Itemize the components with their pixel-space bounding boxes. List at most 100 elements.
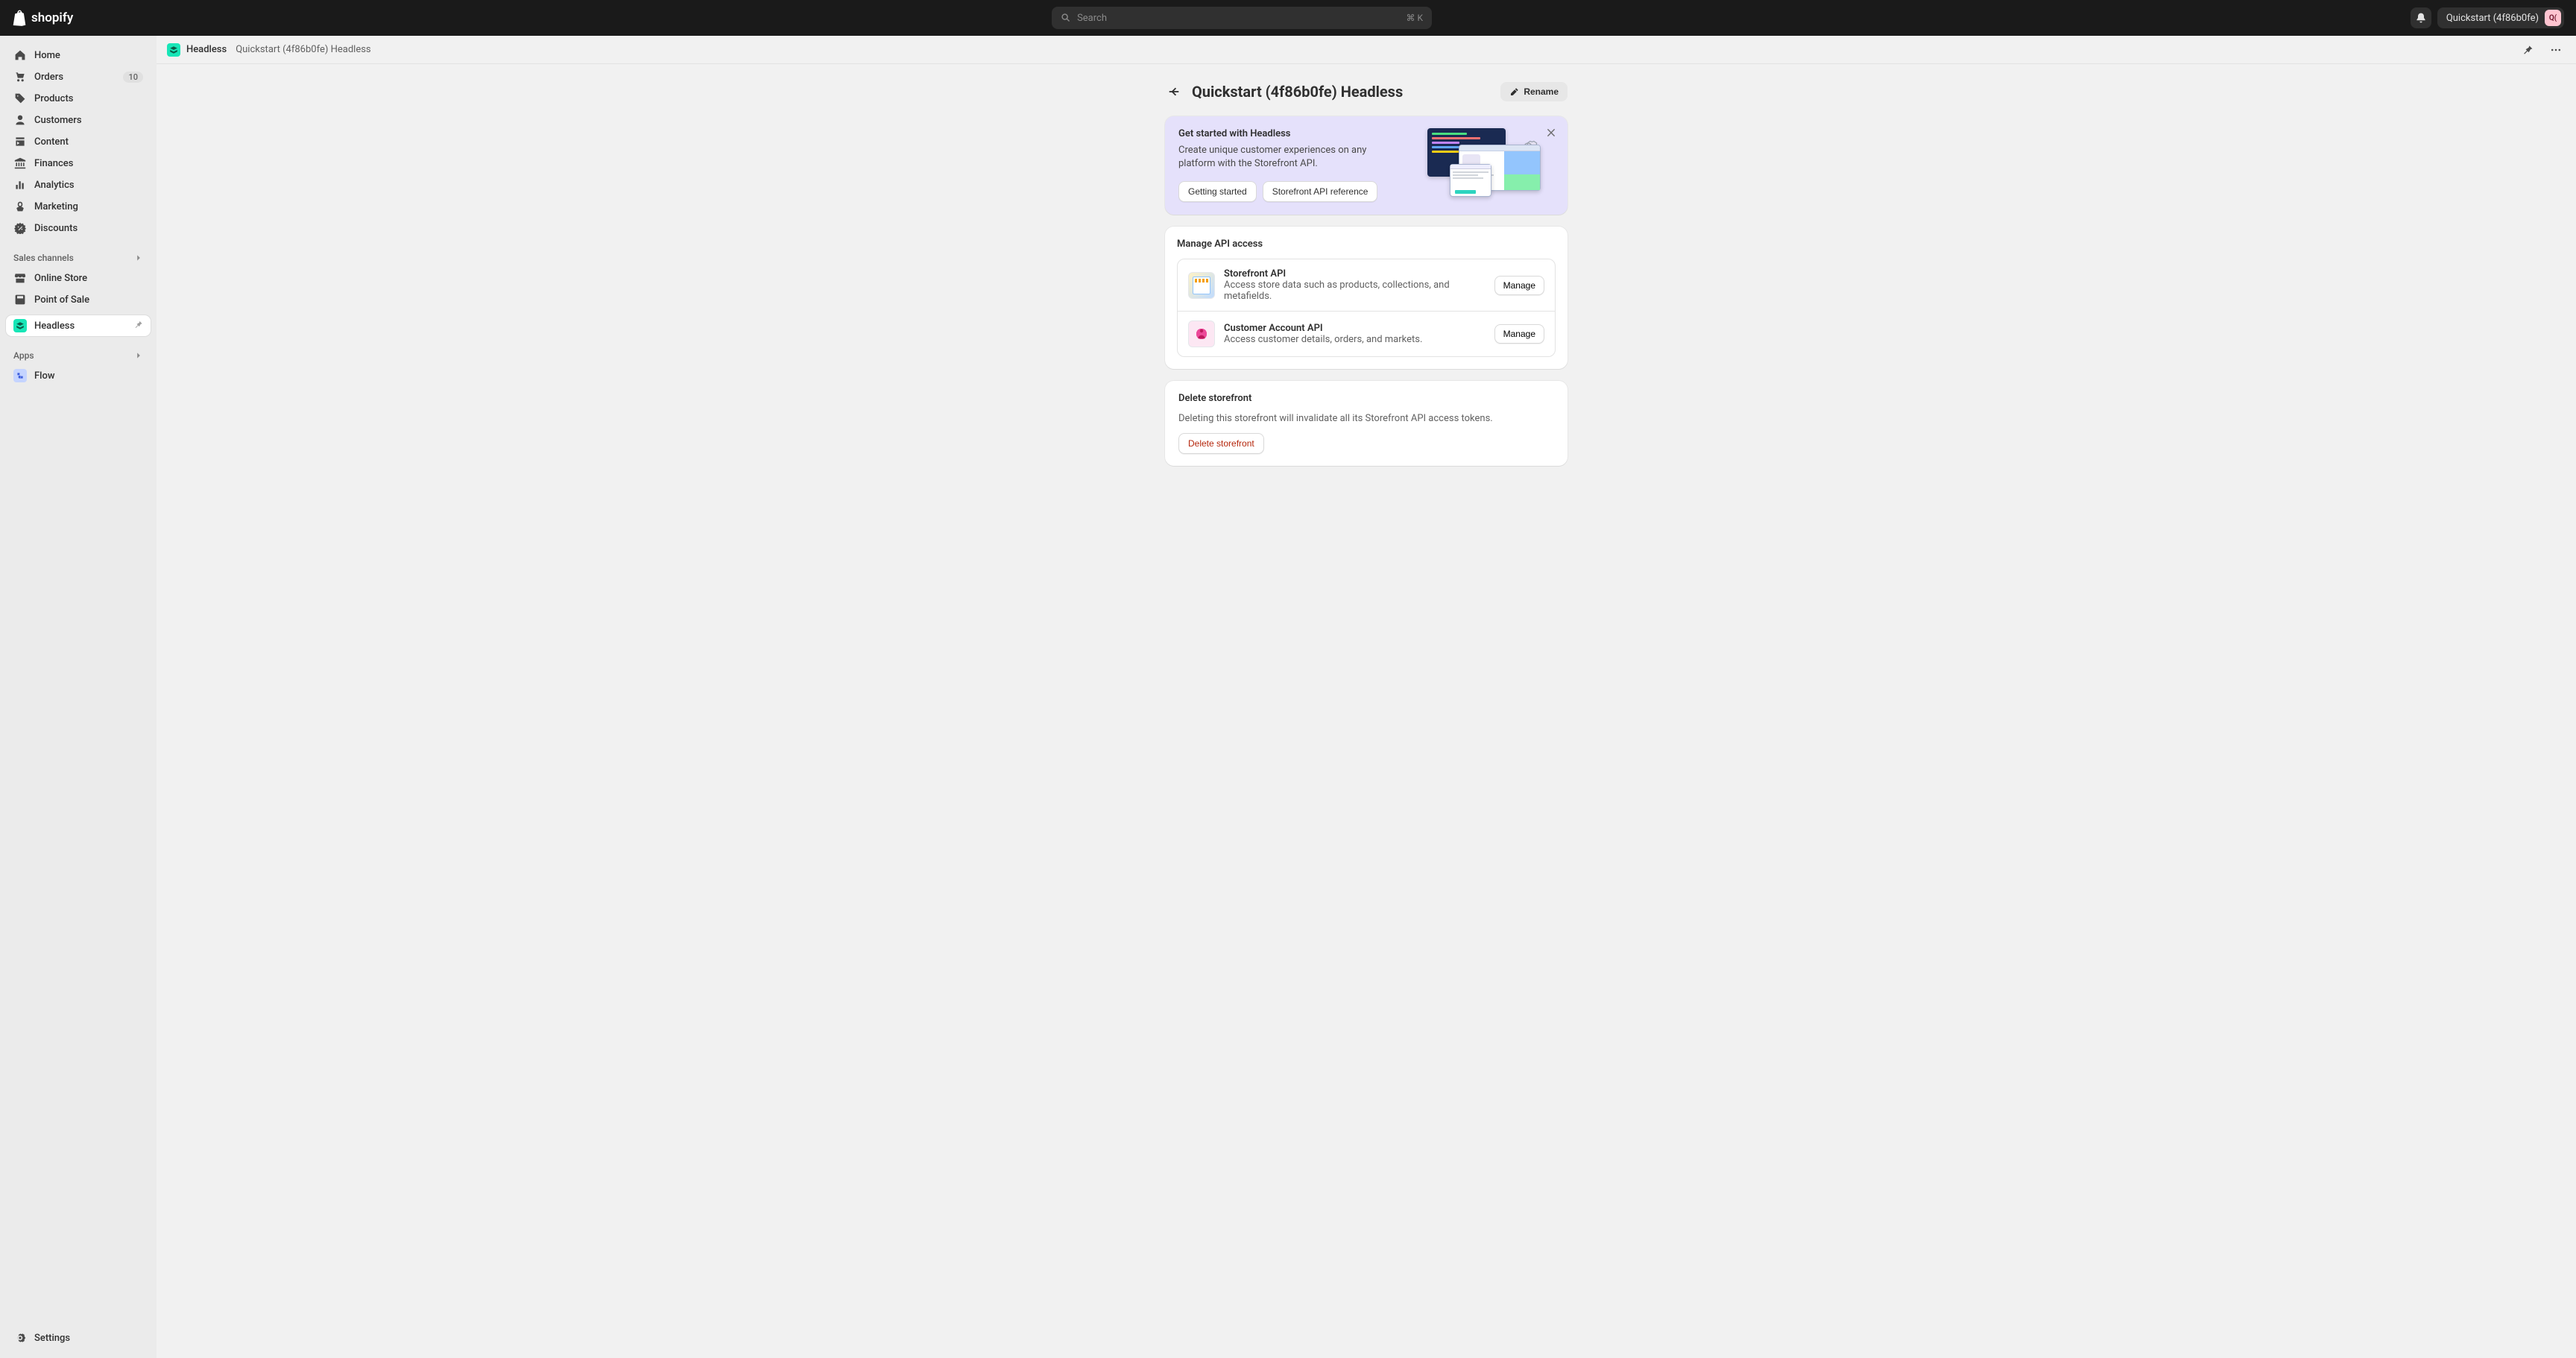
orders-icon (13, 70, 27, 83)
store-name: Quickstart (4f86b0fe) (2446, 13, 2539, 24)
nav-label: Customers (34, 115, 82, 126)
delete-title: Delete storefront (1178, 393, 1554, 404)
customers-icon (13, 113, 27, 127)
nav-label: Point of Sale (34, 294, 89, 306)
nav-label: Flow (34, 370, 55, 382)
more-actions-button[interactable] (2546, 40, 2566, 60)
breadcrumb-bar: Headless Quickstart (4f86b0fe) Headless (157, 36, 2576, 64)
orders-badge: 10 (123, 72, 143, 83)
nav-label: Orders (34, 72, 63, 83)
apps-header[interactable]: Apps (6, 346, 151, 365)
arrow-left-icon (1167, 85, 1181, 98)
search-placeholder: Search (1077, 13, 1107, 24)
delete-storefront-button[interactable]: Delete storefront (1178, 433, 1264, 454)
home-icon (13, 48, 27, 62)
chevron-right-icon (134, 253, 143, 262)
breadcrumb-page: Quickstart (4f86b0fe) Headless (236, 44, 370, 55)
nav-label: Discounts (34, 223, 78, 234)
intro-card: Get started with Headless Create unique … (1165, 116, 1568, 215)
pencil-icon (1509, 87, 1519, 97)
products-icon (13, 92, 27, 105)
delete-desc: Deleting this storefront will invalidate… (1178, 413, 1554, 424)
store-switcher[interactable]: Quickstart (4f86b0fe) Q( (2437, 7, 2564, 28)
nav-headless[interactable]: Headless (6, 315, 151, 336)
nav-label: Home (34, 50, 60, 61)
nav-label: Analytics (34, 180, 75, 191)
intro-description: Create unique customer experiences on an… (1178, 144, 1372, 171)
store-icon (13, 271, 27, 285)
breadcrumb-app[interactable]: Headless (167, 43, 227, 57)
api-desc: Access store data such as products, coll… (1224, 280, 1486, 302)
api-access-title: Manage API access (1177, 239, 1556, 250)
api-name: Storefront API (1224, 268, 1486, 280)
nav-flow[interactable]: Flow (6, 365, 151, 386)
nav-settings[interactable]: Settings (6, 1327, 151, 1348)
marketing-icon (13, 200, 27, 213)
nav-label: Content (34, 136, 69, 148)
manage-storefront-button[interactable]: Manage (1494, 276, 1544, 295)
chevron-right-icon (134, 351, 143, 360)
nav-label: Settings (34, 1333, 70, 1344)
nav-online-store[interactable]: Online Store (6, 268, 151, 288)
customer-api-icon (1188, 320, 1215, 347)
brand-text: shopify (31, 10, 73, 25)
topbar: shopify Search ⌘ K Quickstart (4f86b0fe)… (0, 0, 2576, 36)
headless-app-icon (13, 319, 27, 332)
intro-illustration (1427, 128, 1554, 203)
notifications-button[interactable] (2411, 7, 2431, 28)
delete-card: Delete storefront Deleting this storefro… (1165, 381, 1568, 466)
manage-customer-button[interactable]: Manage (1494, 324, 1544, 344)
bell-icon (2415, 12, 2427, 24)
search-shortcut: ⌘ K (1407, 13, 1424, 23)
dismiss-intro-button[interactable] (1544, 125, 1559, 140)
content-area: Headless Quickstart (4f86b0fe) Headless … (157, 36, 2576, 1358)
getting-started-button[interactable]: Getting started (1178, 181, 1257, 202)
search-icon (1061, 13, 1071, 23)
sales-channels-header[interactable]: Sales channels (6, 248, 151, 268)
storefront-api-icon (1188, 272, 1215, 299)
nav-label: Marketing (34, 201, 78, 212)
pin-icon (2522, 44, 2534, 56)
back-button[interactable] (1165, 83, 1183, 101)
analytics-icon (13, 178, 27, 192)
nav-marketing[interactable]: Marketing (6, 196, 151, 217)
close-icon (1546, 127, 1556, 138)
search-input[interactable]: Search ⌘ K (1052, 7, 1432, 29)
pos-icon (13, 293, 27, 306)
finances-icon (13, 157, 27, 170)
nav-discounts[interactable]: Discounts (6, 218, 151, 239)
api-row-customer: Customer Account API Access customer det… (1178, 311, 1555, 356)
pin-icon[interactable] (133, 320, 143, 332)
nav-customers[interactable]: Customers (6, 110, 151, 130)
page-title: Quickstart (4f86b0fe) Headless (1192, 83, 1491, 101)
gear-icon (13, 1331, 27, 1345)
nav-finances[interactable]: Finances (6, 153, 151, 174)
intro-title: Get started with Headless (1178, 128, 1412, 139)
avatar: Q( (2545, 10, 2561, 26)
more-icon (2550, 44, 2562, 56)
pin-app-button[interactable] (2518, 40, 2537, 60)
api-row-storefront: Storefront API Access store data such as… (1178, 259, 1555, 311)
rename-button[interactable]: Rename (1500, 82, 1568, 101)
nav-home[interactable]: Home (6, 45, 151, 66)
nav-pos[interactable]: Point of Sale (6, 289, 151, 310)
nav-analytics[interactable]: Analytics (6, 174, 151, 195)
nav-products[interactable]: Products (6, 88, 151, 109)
api-name: Customer Account API (1224, 323, 1486, 334)
nav-label: Online Store (34, 273, 87, 284)
nav-orders[interactable]: Orders 10 (6, 66, 151, 87)
content-icon (13, 135, 27, 148)
api-desc: Access customer details, orders, and mar… (1224, 334, 1486, 345)
api-access-card: Manage API access Storefront API Access … (1165, 227, 1568, 369)
shopify-bag-icon (12, 10, 27, 26)
nav-label: Headless (34, 320, 75, 332)
api-reference-button[interactable]: Storefront API reference (1263, 181, 1378, 202)
nav-content[interactable]: Content (6, 131, 151, 152)
shopify-logo[interactable]: shopify (12, 10, 73, 26)
discounts-icon (13, 221, 27, 235)
headless-app-icon (167, 43, 180, 57)
page-header: Quickstart (4f86b0fe) Headless Rename (1165, 82, 1568, 101)
sidebar: Home Orders 10 Products Customers Conten… (0, 36, 157, 1358)
nav-label: Products (34, 93, 73, 104)
nav-label: Finances (34, 158, 73, 169)
